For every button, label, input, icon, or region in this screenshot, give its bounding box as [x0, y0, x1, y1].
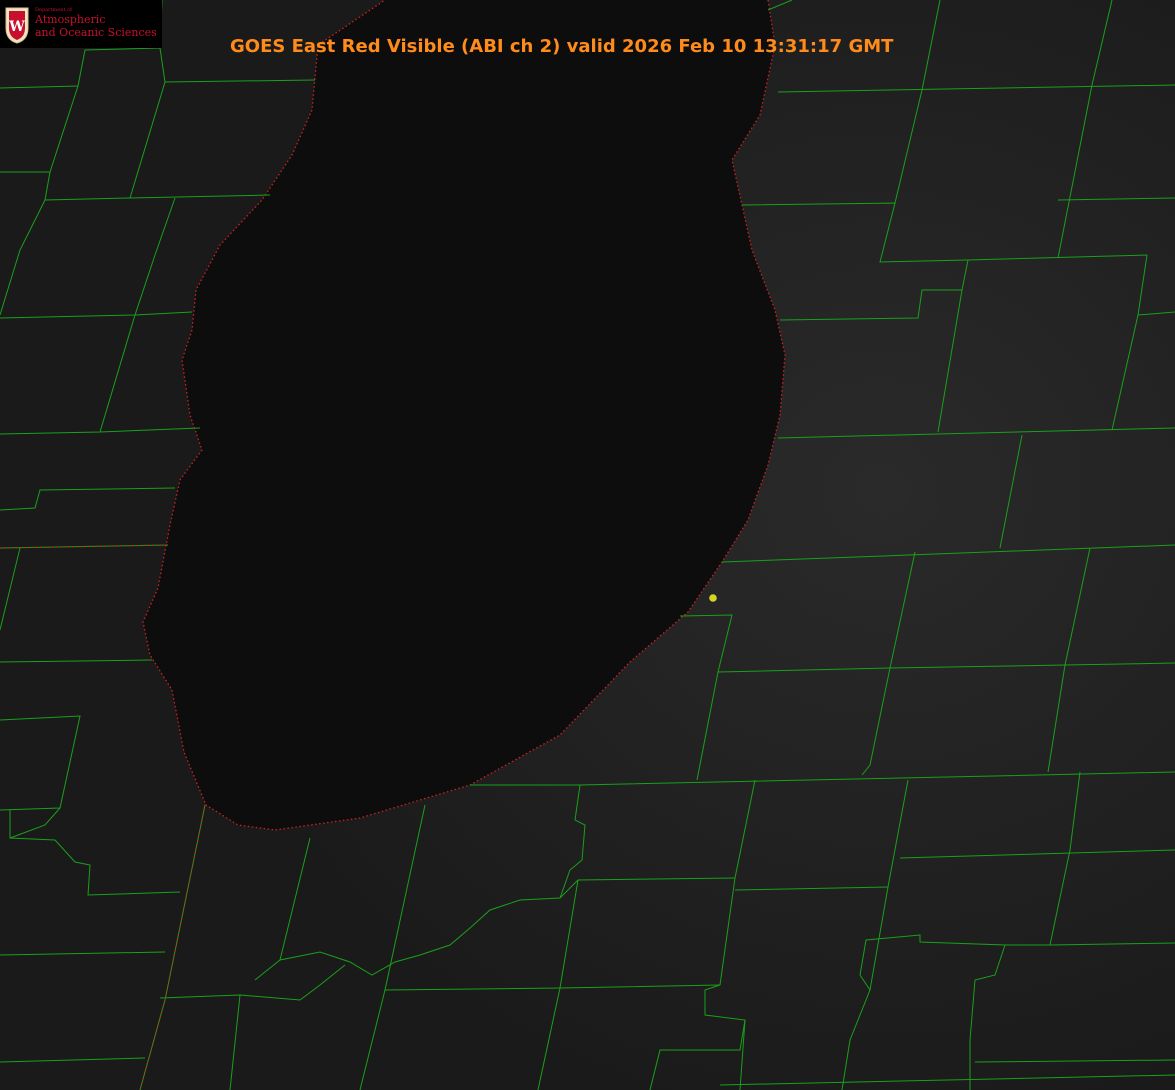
satellite-map: W Department of Atmospheric and Oceanic …: [0, 0, 1175, 1090]
logo-line-1: Atmospheric: [35, 13, 106, 26]
uw-crest-icon: W: [5, 7, 29, 44]
station-marker: [709, 594, 717, 602]
map-canvas: [0, 0, 1175, 1090]
uw-aos-logo: W Department of Atmospheric and Oceanic …: [0, 0, 162, 48]
crest-letter: W: [8, 19, 25, 35]
logo-line-2: and Oceanic Sciences: [35, 26, 157, 39]
map-title: GOES East Red Visible (ABI ch 2) valid 2…: [230, 36, 894, 57]
